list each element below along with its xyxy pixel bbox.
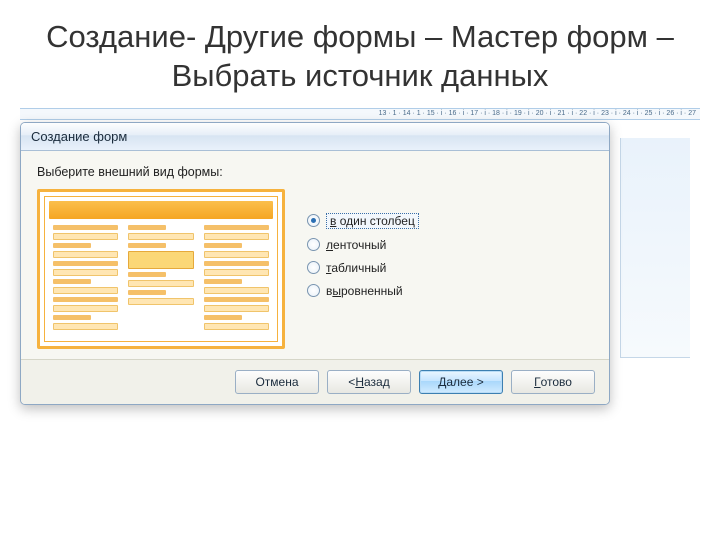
option-columnar[interactable]: в один столбец xyxy=(307,213,419,229)
option-label: в один столбец xyxy=(326,213,419,229)
radio-icon xyxy=(307,284,320,297)
radio-icon xyxy=(307,261,320,274)
form-wizard-dialog: Создание форм Выберите внешний вид формы… xyxy=(20,122,610,405)
next-button[interactable]: Далее > xyxy=(419,370,503,394)
option-label: ленточный xyxy=(326,238,386,252)
option-tabular[interactable]: ленточный xyxy=(307,238,419,252)
option-justified[interactable]: выровненный xyxy=(307,284,419,298)
cancel-button[interactable]: Отмена xyxy=(235,370,319,394)
instruction-text: Выберите внешний вид формы: xyxy=(37,165,593,179)
layout-preview xyxy=(37,189,285,349)
option-label: табличный xyxy=(326,261,386,275)
option-datasheet[interactable]: табличный xyxy=(307,261,419,275)
worksheet-background xyxy=(620,138,690,358)
radio-icon xyxy=(307,238,320,251)
layout-options: в один столбец ленточный табличный выров… xyxy=(307,189,419,298)
slide-title: Создание- Другие формы – Мастер форм – В… xyxy=(0,0,720,108)
dialog-button-bar: Отмена < Назад Далее > Готово xyxy=(21,359,609,404)
finish-button[interactable]: Готово xyxy=(511,370,595,394)
back-button[interactable]: < Назад xyxy=(327,370,411,394)
dialog-body: Выберите внешний вид формы: xyxy=(21,151,609,359)
radio-icon xyxy=(307,214,320,227)
dialog-titlebar[interactable]: Создание форм xyxy=(21,123,609,151)
option-label: выровненный xyxy=(326,284,403,298)
editor-canvas: 13 · 1 · 14 · 1 · 15 · i · 16 · i · 17 ·… xyxy=(20,108,700,405)
horizontal-ruler: 13 · 1 · 14 · 1 · 15 · i · 16 · i · 17 ·… xyxy=(20,108,700,120)
dialog-title: Создание форм xyxy=(31,129,127,144)
